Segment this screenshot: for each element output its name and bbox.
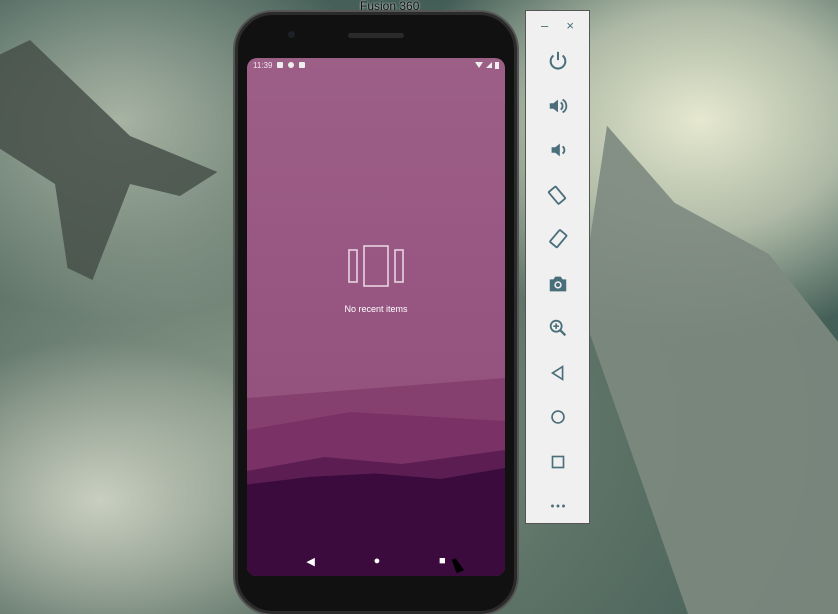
nav-back-button[interactable]: ◀ [306, 555, 314, 568]
more-button[interactable] [526, 484, 589, 529]
volume-down-button[interactable] [526, 128, 589, 173]
notification-icon [277, 62, 284, 68]
back-triangle-icon [550, 364, 563, 381]
nav-home-button[interactable]: ● [374, 555, 381, 567]
emulator-control-panel: – × [525, 10, 590, 524]
back-button[interactable] [526, 351, 589, 396]
zoom-button[interactable] [526, 306, 589, 351]
rotate-left-button[interactable] [526, 173, 589, 218]
rotate-right-icon [548, 229, 567, 249]
minimize-button[interactable]: – [541, 18, 548, 33]
zoom-in-icon [549, 320, 566, 337]
overview-square-icon [551, 455, 564, 469]
status-bar: 11:39 [247, 58, 505, 72]
notification-icon [288, 62, 295, 68]
power-button[interactable] [526, 39, 589, 84]
close-button[interactable]: × [566, 18, 574, 33]
rotate-left-icon [547, 185, 566, 205]
speaker [348, 33, 404, 38]
window-title: Fusion 360 [360, 0, 420, 13]
screenshot-button[interactable] [526, 262, 589, 307]
recents-empty-icon [348, 245, 404, 287]
no-recent-items-text: No recent items [344, 304, 408, 314]
emulator-phone-frame: 11:39 No recent items ◀ ● ■ [235, 12, 517, 614]
rotate-right-button[interactable] [526, 217, 589, 262]
power-icon [549, 52, 566, 70]
sd-card-icon [299, 62, 306, 68]
nav-overview-button[interactable]: ■ [439, 555, 446, 567]
home-button[interactable] [526, 395, 589, 440]
camera-icon [549, 276, 566, 292]
navigation-bar: ◀ ● ■ [247, 546, 505, 576]
battery-icon [495, 61, 499, 69]
phone-screen[interactable]: 11:39 No recent items ◀ ● ■ [247, 58, 505, 576]
volume-up-button[interactable] [526, 84, 589, 129]
home-circle-icon [550, 410, 565, 425]
more-dots-icon [550, 504, 565, 508]
volume-down-icon [551, 143, 565, 157]
overview-button[interactable] [526, 440, 589, 485]
status-time: 11:39 [253, 60, 273, 70]
wifi-icon [475, 62, 483, 68]
signal-icon [486, 62, 492, 68]
volume-up-icon [549, 98, 567, 113]
camera [288, 31, 295, 38]
